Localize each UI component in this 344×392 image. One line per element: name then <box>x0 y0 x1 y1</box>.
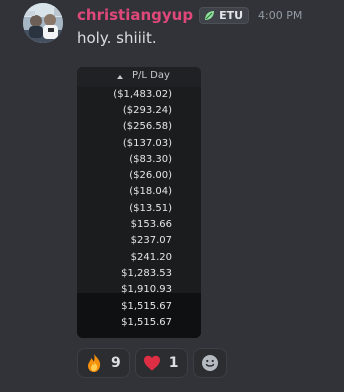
value-row: $1,283.53 <box>77 265 201 281</box>
message-content: holy. shiiit. <box>77 29 157 47</box>
message-frame: christiangyup ETU 4:00 PM holy. shiiit. … <box>0 0 344 392</box>
value-cell: ($256.58) <box>122 121 172 133</box>
reaction-count: 1 <box>168 355 179 371</box>
value-row: ($256.58) <box>77 119 201 135</box>
value-cell: $153.66 <box>130 219 172 231</box>
value-cell: $1,283.53 <box>121 267 172 279</box>
column-header: P/L Day <box>77 67 201 87</box>
add-reaction-button[interactable] <box>192 348 227 378</box>
reaction-heart[interactable]: 1 <box>134 348 188 378</box>
image-attachment[interactable]: P/L Day ($1,483.02) ($293.24) ($256.58) … <box>77 67 201 338</box>
value-row: $1,515.67 <box>77 298 201 314</box>
value-row: $1,910.93 <box>77 282 201 298</box>
value-row: ($293.24) <box>77 102 201 118</box>
value-row: $237.07 <box>77 233 201 249</box>
reaction-count: 9 <box>111 355 121 371</box>
username[interactable]: christiangyup <box>77 6 193 24</box>
value-cell: $237.07 <box>130 235 172 247</box>
value-cell: $1,515.67 <box>121 300 172 312</box>
heart-icon <box>143 355 160 371</box>
reaction-fire[interactable]: 9 <box>77 348 130 378</box>
value-cell: ($83.30) <box>129 153 172 165</box>
value-cell: ($26.00) <box>129 170 172 182</box>
value-row: $241.20 <box>77 249 201 265</box>
value-list: ($1,483.02) ($293.24) ($256.58) ($137.03… <box>77 86 201 330</box>
message-header: christiangyup ETU 4:00 PM <box>77 5 302 25</box>
reaction-bar: 9 1 <box>77 348 227 378</box>
value-cell: $1,910.93 <box>121 284 172 296</box>
value-row: ($26.00) <box>77 167 201 183</box>
avatar[interactable] <box>23 3 63 43</box>
value-row: ($137.03) <box>77 135 201 151</box>
message-timestamp[interactable]: 4:00 PM <box>258 9 302 22</box>
value-row: ($83.30) <box>77 151 201 167</box>
add-reaction-smiley-icon <box>201 355 218 371</box>
avatar-image <box>23 3 63 43</box>
value-cell: ($18.04) <box>129 186 172 198</box>
value-cell: ($293.24) <box>122 104 172 116</box>
user-tag-label: ETU <box>219 8 244 22</box>
user-tag-badge[interactable]: ETU <box>199 6 250 24</box>
fire-icon <box>88 354 101 372</box>
value-cell: $1,515.67 <box>121 316 172 328</box>
value-row: ($13.51) <box>77 200 201 216</box>
value-row: $153.66 <box>77 216 201 232</box>
sort-ascending-icon <box>117 75 123 79</box>
value-cell: ($13.51) <box>129 202 172 214</box>
value-row: ($18.04) <box>77 184 201 200</box>
value-cell: $241.20 <box>130 251 172 263</box>
value-row: ($1,483.02) <box>77 86 201 102</box>
value-cell: ($1,483.02) <box>113 88 172 100</box>
value-row: $1,515.67 <box>77 314 201 330</box>
value-cell: ($137.03) <box>122 137 172 149</box>
leaf-icon <box>205 10 215 20</box>
column-title: P/L Day <box>132 70 170 81</box>
